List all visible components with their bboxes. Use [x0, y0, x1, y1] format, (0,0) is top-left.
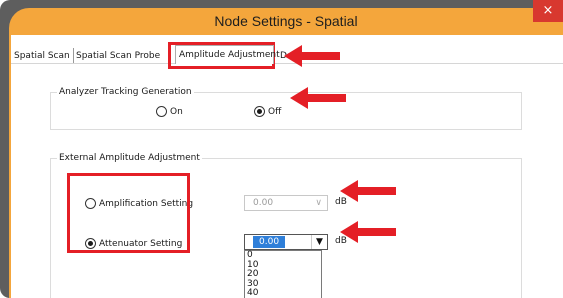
attenuator-unit: dB [335, 236, 347, 246]
radio-on-indicator [156, 106, 167, 117]
external-amplitude-label: External Amplitude Adjustment [57, 153, 202, 163]
node-settings-window: Node Settings - Spatial × Spatial Scan S… [9, 0, 563, 298]
analyzer-tracking-label: Analyzer Tracking Generation [57, 87, 194, 97]
attenuator-setting-label: Attenuator Setting [99, 238, 183, 249]
tab-spatial-scan[interactable]: Spatial Scan [11, 48, 74, 64]
attenuator-dropdown-list: 0 10 20 30 40 [244, 250, 322, 298]
tab-strip: Spatial Scan Spatial Scan Probe Amplitud… [11, 45, 563, 64]
window-title: Node Settings - Spatial [214, 13, 358, 29]
close-button[interactable]: × [533, 0, 563, 22]
radio-off[interactable]: Off [254, 106, 281, 117]
attenuator-value-select[interactable]: 0.00 ▼ [244, 234, 328, 250]
amplification-unit: dB [335, 197, 347, 207]
radio-off-label: Off [268, 106, 282, 117]
external-amplitude-group: External Amplitude Adjustment Amplificat… [50, 153, 522, 298]
tab-spatial-scan-probe[interactable]: Spatial Scan Probe [73, 48, 163, 64]
chevron-down-icon[interactable]: ▼ [311, 235, 327, 249]
radio-attenuator-indicator [85, 238, 96, 249]
dropdown-option[interactable]: 40 [245, 288, 321, 298]
radio-amplification-indicator [85, 198, 96, 209]
radio-on[interactable]: On [156, 106, 183, 117]
radio-amplification-setting[interactable]: Amplification Setting [85, 198, 193, 209]
amplification-setting-label: Amplification Setting [99, 198, 194, 209]
analyzer-tracking-group: Analyzer Tracking Generation On Off [50, 87, 522, 130]
tab-amplitude-adjustment[interactable]: Amplitude Adjustment [175, 45, 280, 64]
dialog-content: Spatial Scan Spatial Scan Probe Amplitud… [11, 35, 563, 298]
amplification-value-select[interactable]: 0.00 ∨ [244, 195, 328, 211]
radio-on-label: On [170, 106, 183, 117]
radio-attenuator-setting[interactable]: Attenuator Setting [85, 238, 182, 249]
tab-panel-border [11, 63, 563, 64]
amplification-value: 0.00 [253, 198, 274, 208]
close-icon: × [542, 3, 554, 18]
radio-off-indicator [254, 106, 265, 117]
chevron-down-icon: ∨ [315, 198, 322, 208]
title-bar[interactable]: Node Settings - Spatial × [9, 0, 563, 35]
attenuator-value: 0.00 [253, 236, 286, 248]
